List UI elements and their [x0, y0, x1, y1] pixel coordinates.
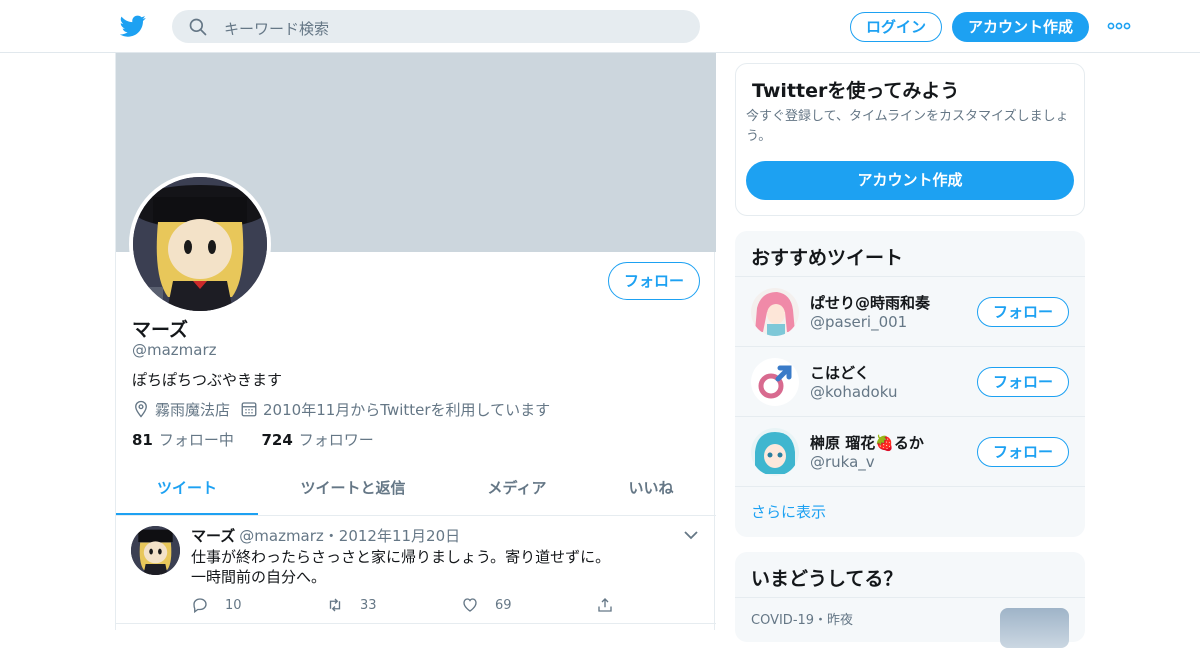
recommend-user[interactable]: ぱせり@時雨和奏 @paseri_001 フォロー — [735, 276, 1085, 346]
profile-bio: ぽちぽちつぶやきます — [132, 371, 283, 389]
trends-title: いまどうしてる？ — [751, 568, 903, 590]
tweet-text: 仕事が終わったらさっさと家に帰りましょう。寄り道せずに。 一時間前の自分へ。 — [191, 547, 610, 587]
location-icon — [135, 400, 147, 418]
heart-icon — [463, 598, 477, 612]
signup-card-subtitle: 今すぐ登録して、タイムラインをカスタマイズしましょう。 — [746, 109, 1069, 144]
tab-likes[interactable]: いいね — [586, 466, 716, 515]
signup-card: Twitterを使ってみよう 今すぐ登録して、タイムラインをカスタマイズしましょ… — [735, 63, 1085, 216]
reply-button[interactable]: 10 — [191, 596, 242, 614]
recommend-handle: @paseri_001 — [810, 313, 908, 331]
login-button[interactable]: ログイン — [850, 12, 942, 42]
tweet-item[interactable]: マーズ @mazmarz・2012年11月20日 仕事が終わったらさっさと家に帰り… — [116, 516, 716, 624]
follow-button[interactable]: フォロー — [608, 262, 700, 300]
search-input[interactable]: キーワード検索 — [224, 18, 329, 39]
tweet-text-line: 仕事が終わったらさっさと家に帰りましょう。寄り道せずに。 — [191, 548, 611, 566]
tweet-avatar-image — [131, 526, 180, 575]
more-dots-icon[interactable] — [1107, 22, 1131, 30]
tab-tweets[interactable]: ツイート — [116, 466, 258, 515]
male-symbol-icon — [751, 358, 799, 406]
signup-card-title: Twitterを使ってみよう — [752, 80, 960, 102]
search-bar[interactable]: キーワード検索 — [172, 10, 700, 43]
tab-media[interactable]: メディア — [448, 466, 586, 515]
share-button[interactable] — [596, 596, 630, 614]
trend-item-meta[interactable]: COVID-19・昨夜 — [751, 609, 853, 628]
divider — [735, 486, 1085, 487]
following-count: 81 — [132, 431, 153, 449]
chevron-down-icon[interactable] — [684, 530, 698, 540]
reply-icon — [193, 598, 207, 614]
profile-handle: @mazmarz — [132, 341, 217, 359]
recommend-avatar[interactable] — [751, 358, 799, 406]
retweet-count: 33 — [360, 597, 377, 613]
profile-tabs: ツイート ツイートと返信 メディア いいね — [116, 466, 716, 516]
profile-stats: 81 フォロー中 724 フォロワー — [132, 429, 374, 450]
trend-thumbnail[interactable] — [1000, 608, 1069, 648]
recommend-card: おすすめツイート ぱせり@時雨和奏 @paseri_001 フォロー こはどく … — [735, 231, 1085, 537]
profile-joined: 2010年11月からTwitterを利用しています — [263, 400, 551, 419]
tweet-avatar[interactable] — [131, 526, 180, 575]
search-icon — [189, 18, 207, 36]
profile-meta: 霧雨魔法店 2010年11月からTwitterを利用しています — [132, 398, 550, 420]
avatar-image — [133, 177, 267, 311]
signup-button[interactable]: アカウント作成 — [952, 12, 1089, 42]
tweet-actions: 10 33 69 — [191, 596, 621, 616]
avatar-image — [751, 428, 799, 476]
avatar-image — [751, 288, 799, 336]
followers-label: フォロワー — [298, 431, 374, 449]
tweet-text-line: 一時間前の自分へ。 — [191, 568, 327, 586]
recommend-avatar[interactable] — [751, 428, 799, 476]
divider — [735, 597, 1085, 598]
reply-count: 10 — [225, 597, 242, 613]
recommend-user[interactable]: こはどく @kohadoku フォロー — [735, 346, 1085, 416]
recommend-follow-button[interactable]: フォロー — [977, 437, 1069, 467]
recommend-follow-button[interactable]: フォロー — [977, 297, 1069, 327]
tweet-header: マーズ @mazmarz・2012年11月20日 — [191, 525, 460, 546]
like-count: 69 — [495, 597, 512, 613]
signup-card-button[interactable]: アカウント作成 — [746, 161, 1074, 200]
tab-tweets-replies[interactable]: ツイートと返信 — [258, 466, 448, 515]
like-button[interactable]: 69 — [461, 596, 512, 614]
retweet-icon — [329, 598, 341, 612]
tweet-author-name[interactable]: マーズ — [191, 527, 235, 545]
trends-card: いまどうしてる？ COVID-19・昨夜 — [735, 552, 1085, 648]
followers-count: 724 — [261, 431, 293, 449]
recommend-name[interactable]: ぱせり@時雨和奏 — [810, 292, 930, 313]
tweet-handle-date[interactable]: @mazmarz・2012年11月20日 — [239, 527, 460, 545]
profile-column: フォロー マーズ @mazmarz ぽちぽちつぶやきます 霧雨魔法店 2010年… — [115, 53, 716, 630]
show-more-link[interactable]: さらに表示 — [751, 501, 826, 522]
recommend-title: おすすめツイート — [751, 247, 904, 269]
following-label: フォロー中 — [158, 431, 234, 449]
recommend-avatar[interactable] — [751, 288, 799, 336]
retweet-button[interactable]: 33 — [326, 596, 377, 614]
recommend-handle: @ruka_v — [810, 453, 875, 471]
calendar-icon — [241, 402, 257, 417]
profile-name: マーズ — [132, 319, 189, 341]
recommend-follow-button[interactable]: フォロー — [977, 367, 1069, 397]
recommend-user[interactable]: 榊原 瑠花🍓るか @ruka_v フォロー — [735, 416, 1085, 486]
recommend-name[interactable]: 榊原 瑠花🍓るか — [810, 432, 924, 453]
following-link[interactable]: 81 フォロー中 — [132, 431, 234, 449]
share-icon — [598, 598, 612, 612]
profile-avatar[interactable] — [129, 173, 271, 315]
twitter-bird-icon[interactable] — [120, 13, 146, 39]
profile-location: 霧雨魔法店 — [155, 400, 231, 419]
recommend-handle: @kohadoku — [810, 383, 898, 401]
top-bar: キーワード検索 ログイン アカウント作成 — [0, 0, 1200, 53]
followers-link[interactable]: 724 フォロワー — [261, 431, 373, 449]
recommend-name[interactable]: こはどく — [810, 362, 870, 383]
